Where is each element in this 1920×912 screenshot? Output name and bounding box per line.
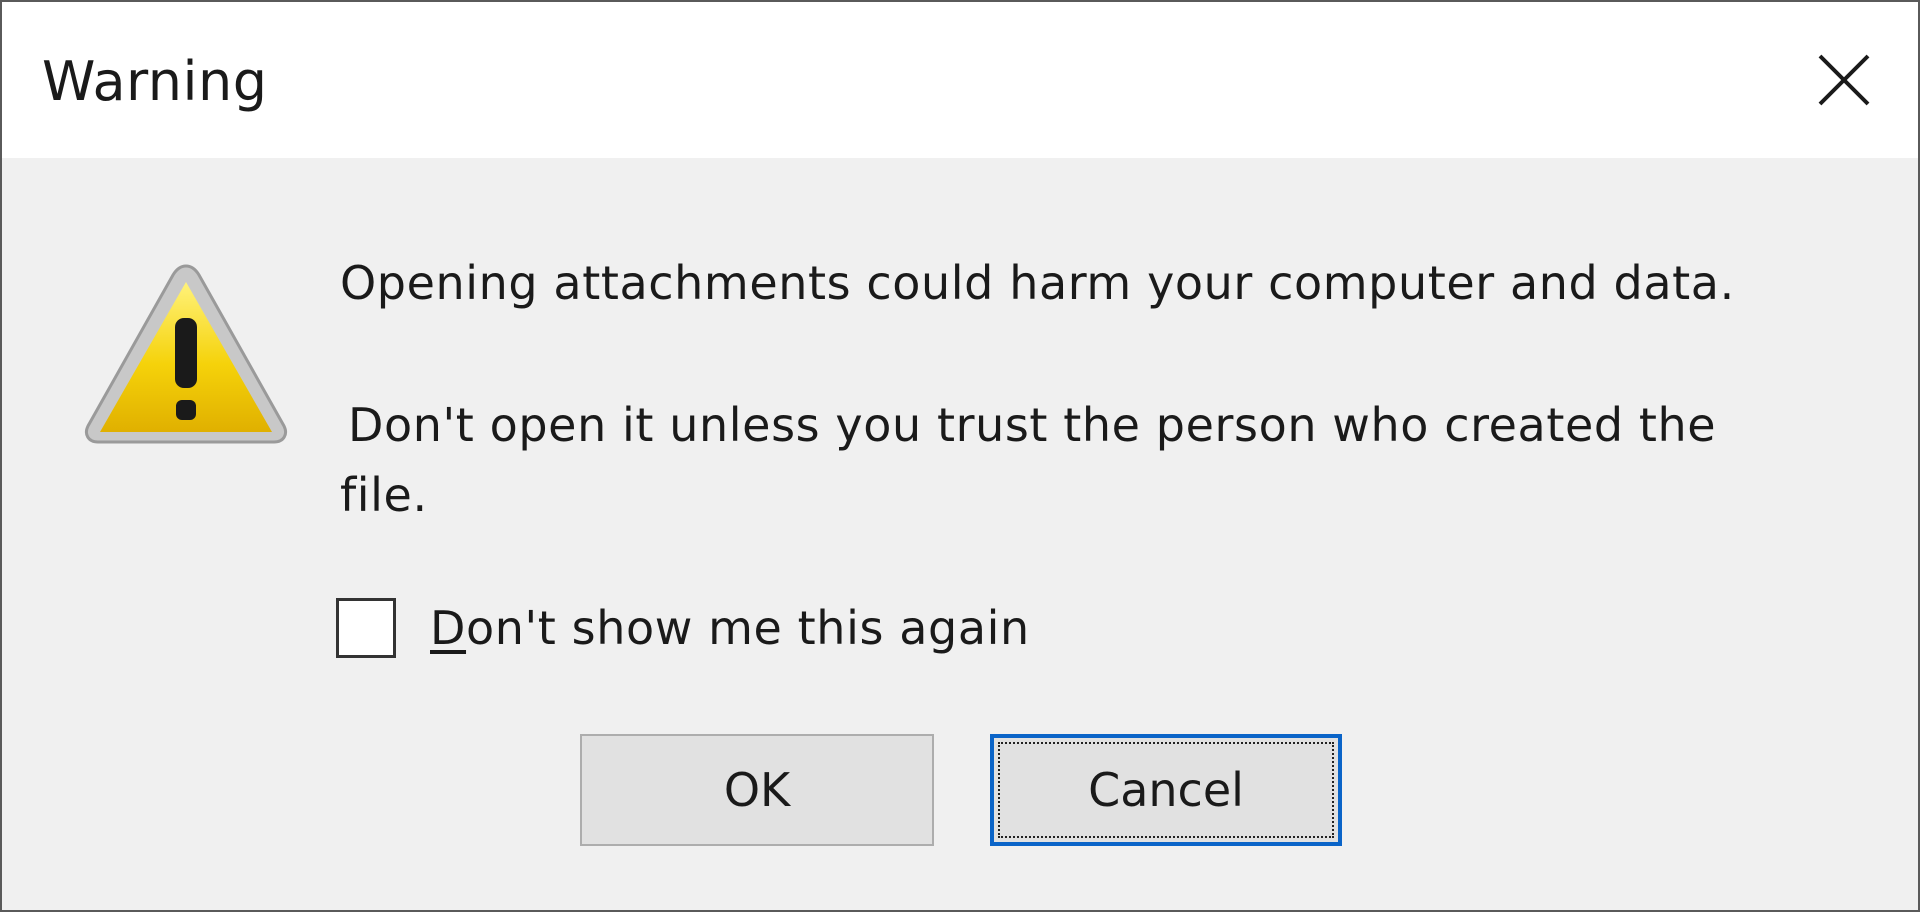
- dont-show-again-option[interactable]: Don't show me this again: [336, 596, 1030, 660]
- close-icon: [1818, 54, 1870, 106]
- dont-show-again-checkbox[interactable]: [336, 598, 396, 658]
- warning-dialog: Warning Opening attachments could harm y…: [0, 0, 1920, 912]
- label-text: on't show me this again: [466, 601, 1030, 655]
- accelerator-key: D: [430, 601, 467, 655]
- cancel-label: Cancel: [1088, 763, 1244, 817]
- dont-show-again-label[interactable]: Don't show me this again: [430, 601, 1030, 655]
- title-bar: Warning: [2, 2, 1918, 158]
- dialog-title: Warning: [42, 50, 268, 113]
- warning-icon: [80, 260, 292, 450]
- message-line-3: file.: [340, 468, 428, 522]
- message-line-2: Don't open it unless you trust the perso…: [348, 398, 1717, 452]
- ok-button[interactable]: OK: [580, 734, 934, 846]
- close-button[interactable]: [1810, 46, 1878, 114]
- cancel-button[interactable]: Cancel: [990, 734, 1342, 846]
- message-line-1: Opening attachments could harm your comp…: [340, 256, 1735, 310]
